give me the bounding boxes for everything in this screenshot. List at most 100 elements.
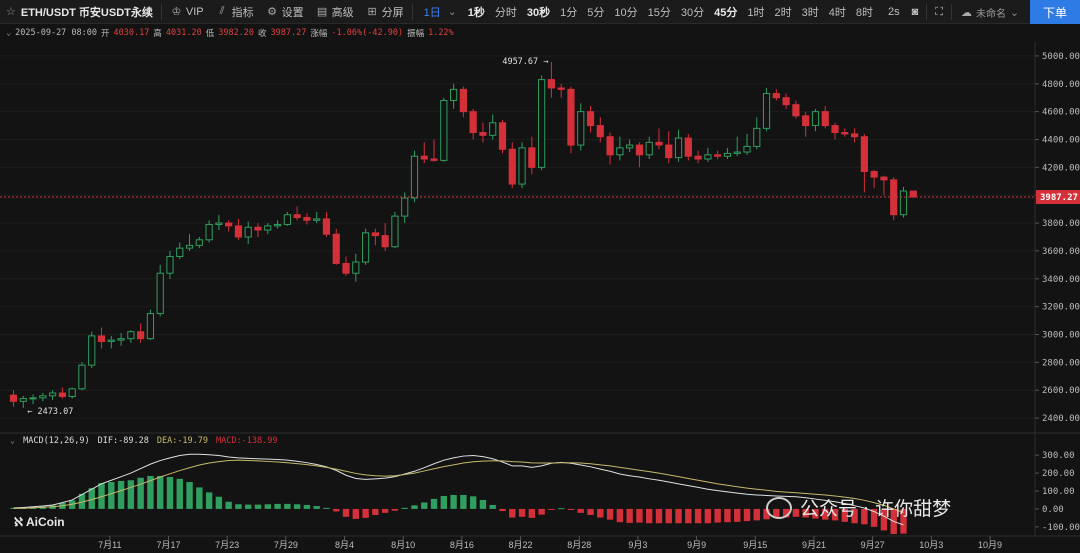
candle-body <box>225 222 233 227</box>
candle-body <box>547 79 555 89</box>
macd-histogram-bar <box>704 508 712 524</box>
macd-histogram-bar <box>205 492 213 509</box>
candle-body <box>107 339 115 342</box>
macd-histogram-bar <box>528 508 536 518</box>
macd-histogram-bar <box>597 508 604 518</box>
macd-histogram-bar <box>215 496 223 509</box>
candle-body <box>655 141 663 146</box>
candle-body <box>714 154 722 157</box>
candle-body <box>283 214 291 225</box>
candle-body <box>528 147 536 168</box>
macd-histogram-bar <box>127 480 135 509</box>
aicoin-logo-text: AiCoin <box>25 515 65 529</box>
candle-body <box>176 247 184 257</box>
price-tick-label: 2600.00 <box>1042 386 1080 396</box>
candle-body <box>772 93 780 99</box>
candle-body <box>88 335 96 366</box>
macd-dea: DEA:-19.79 <box>156 436 209 446</box>
macd-histogram-bar <box>303 504 311 509</box>
candle-body <box>577 111 585 146</box>
candle-body <box>860 136 868 173</box>
candle-body <box>782 97 790 106</box>
macd-histogram-bar <box>176 478 183 509</box>
macd-histogram-bar <box>518 508 526 517</box>
candle-body <box>273 223 282 227</box>
macd-histogram-bar <box>538 508 545 515</box>
macd-histogram-bar <box>665 508 672 524</box>
candle-body <box>606 136 614 156</box>
price-tick-label: 2800.00 <box>1042 358 1080 368</box>
macd-info-bar: ⌄ MACD(12,26,9) DIF:-89.28 DEA:-19.79 MA… <box>0 434 285 448</box>
candle-body <box>538 79 546 168</box>
macd-histogram-bar <box>694 508 702 524</box>
time-tick-label: 9月27 <box>861 540 885 550</box>
candle-body <box>479 132 487 136</box>
macd-histogram-bar <box>606 508 614 520</box>
candle-body <box>410 155 419 199</box>
candle-body <box>9 394 18 402</box>
candle-body <box>49 392 57 397</box>
macd-label: MACD(12,26,9) <box>23 436 90 446</box>
candle-body <box>234 225 243 238</box>
aicoin-logo-icon: ℵ <box>14 515 23 529</box>
time-tick-label: 9月3 <box>628 540 647 550</box>
macd-histogram-bar <box>381 508 389 513</box>
macd-chevron-icon[interactable]: ⌄ <box>10 436 15 446</box>
macd-histogram-bar <box>391 508 399 511</box>
time-tick-label: 9月21 <box>802 540 826 550</box>
macd-histogram-bar <box>225 501 232 509</box>
macd-histogram-bar <box>743 508 751 522</box>
macd-histogram-bar <box>675 508 682 524</box>
candle-body <box>450 88 458 101</box>
candle-body <box>254 226 262 231</box>
candle-body <box>723 152 732 157</box>
macd-histogram-bar <box>293 504 301 509</box>
time-tick-label: 8月10 <box>391 540 415 550</box>
macd-histogram-bar <box>352 508 359 519</box>
candle-body <box>68 388 76 397</box>
macd-histogram-bar <box>157 475 164 509</box>
candle-body <box>127 331 135 340</box>
candle-body <box>469 111 477 134</box>
candle-body <box>850 133 859 138</box>
macd-histogram-bar <box>499 508 506 512</box>
candle-body <box>909 190 917 198</box>
macd-histogram-bar <box>342 508 350 517</box>
time-tick-label: 8月4 <box>335 540 354 550</box>
chart-svg[interactable]: 5000.004800.004600.004400.004200.004000.… <box>0 0 1080 553</box>
macd-histogram-bar <box>753 508 760 521</box>
candle-body <box>459 88 467 113</box>
price-tick-label: 4800.00 <box>1042 80 1080 90</box>
candle-body <box>322 218 331 235</box>
candle-body <box>518 147 526 185</box>
time-tick-label: 9月9 <box>687 540 706 550</box>
macd-histogram-bar <box>469 496 477 509</box>
candle-body <box>420 155 428 160</box>
candle-body <box>156 272 164 315</box>
macd-histogram-bar <box>108 482 115 509</box>
macd-histogram-bar <box>655 508 663 524</box>
candle-body <box>361 232 370 263</box>
macd-tick-label: 300.00 <box>1042 451 1075 461</box>
time-tick-label: 8月28 <box>567 540 591 550</box>
price-tick-label: 3600.00 <box>1042 247 1080 257</box>
candle-body <box>195 239 203 246</box>
candle-body <box>821 111 829 127</box>
candle-body <box>58 392 66 397</box>
candle-body <box>557 87 565 90</box>
candle-body <box>899 190 908 216</box>
macd-histogram-bar <box>626 508 633 523</box>
price-tick-label: 3200.00 <box>1042 303 1080 313</box>
macd-histogram-bar <box>284 503 291 509</box>
price-tick-label: 4400.00 <box>1042 136 1080 146</box>
watermark: 公众号 · 许你甜梦 <box>766 494 951 521</box>
time-tick-label: 7月29 <box>274 540 298 550</box>
candle-body <box>508 148 516 185</box>
time-tick-label: 10月9 <box>978 540 1002 550</box>
wechat-icon <box>766 496 792 519</box>
candle-body <box>97 335 106 342</box>
candle-body <box>811 111 820 127</box>
candle-body <box>870 171 878 178</box>
high-marker: 4957.67 → <box>502 57 548 67</box>
candle-body <box>831 125 839 134</box>
